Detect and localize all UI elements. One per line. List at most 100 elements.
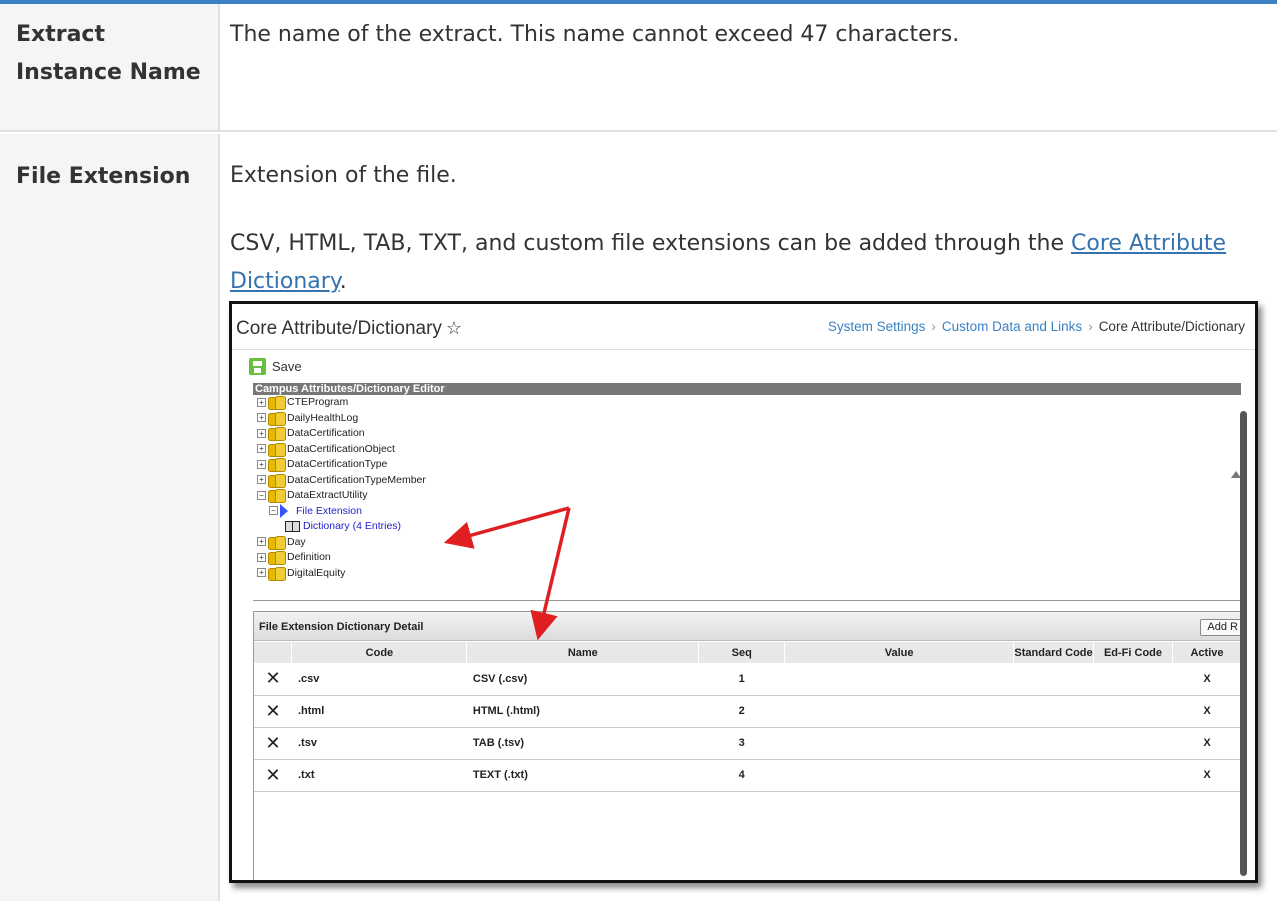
divider [232,349,1255,350]
tree-item[interactable]: + DailyHealthLog [257,411,426,427]
expand-icon[interactable]: + [257,552,266,562]
expand-icon[interactable]: + [257,413,266,423]
delete-icon[interactable]: ✕ [254,695,292,728]
active-cell[interactable]: X [1172,663,1242,696]
collapse-icon[interactable]: − [257,490,266,500]
column-header[interactable]: Value [784,642,1015,663]
value-cell[interactable] [784,727,1014,760]
edfi-code-cell[interactable] [1093,727,1173,760]
expand-icon[interactable]: + [257,428,266,438]
expand-icon[interactable]: + [257,397,266,407]
column-header[interactable]: Code [291,642,468,663]
delete-icon[interactable]: ✕ [254,663,292,696]
standard-code-cell[interactable] [1013,759,1094,792]
collapse-icon[interactable]: − [269,506,278,516]
active-cell[interactable]: X [1172,727,1242,760]
seq-cell[interactable]: 1 [698,663,785,696]
tree-item-label: DataCertificationType [287,458,388,470]
column-header[interactable]: Standard Code [1013,642,1095,663]
name-cell[interactable]: CSV (.csv) [466,663,699,696]
tree-item[interactable]: + DataCertificationObject [257,442,426,458]
tree-item-expanded[interactable]: − DataExtractUtility [257,488,426,504]
column-header[interactable]: Active [1172,642,1243,663]
seq-cell[interactable]: 2 [698,695,785,728]
page-title: Core Attribute/Dictionary [236,318,442,339]
tree-item[interactable]: + DigitalEquity [257,566,426,582]
table-row: Extract Instance Name The name of the ex… [0,4,1277,132]
expand-icon[interactable]: + [257,475,266,485]
standard-code-cell[interactable] [1013,695,1094,728]
active-cell[interactable]: X [1172,759,1242,792]
description-text-end: . [339,269,347,294]
tree-item-label: Definition [287,551,331,563]
breadcrumb: System Settings › Custom Data and Links › Co… [828,319,1245,334]
database-icon [268,551,286,566]
detail-header: File Extension Dictionary Detail Add R [254,611,1245,641]
delete-icon[interactable]: ✕ [254,727,292,760]
delete-icon[interactable]: ✕ [254,759,292,792]
dictionary-editor: Campus Attributes/Dictionary Editor + CTE… [253,383,1241,601]
value-cell[interactable] [784,759,1014,792]
screenshot-page-title: Core Attribute/Dictionary ☆ [236,318,462,340]
standard-code-cell[interactable] [1013,663,1094,696]
database-icon [268,411,286,426]
tree-item-label: DataCertificationObject [287,442,395,455]
column-header[interactable]: Seq [698,642,786,663]
database-icon [268,473,286,488]
breadcrumb-current: Core Attribute/Dictionary [1098,319,1245,334]
name-cell[interactable]: TEXT (.txt) [466,759,699,792]
field-label-cell: File Extension [0,134,220,901]
embedded-screenshot: Core Attribute/Dictionary ☆ System Settin… [229,301,1258,883]
breadcrumb-system-settings[interactable]: System Settings [828,319,926,334]
edfi-code-cell[interactable] [1093,759,1173,792]
edfi-code-cell[interactable] [1093,695,1173,728]
tree-item-label: DataExtractUtility [287,489,368,501]
expand-icon[interactable]: + [257,444,266,454]
code-cell[interactable]: .html [291,695,467,728]
star-icon[interactable]: ☆ [446,318,462,338]
tree-item-label: CTEProgram [287,396,349,408]
edfi-code-cell[interactable] [1093,663,1173,696]
tree-item[interactable]: + Day [257,535,426,551]
breadcrumb-custom-data[interactable]: Custom Data and Links [942,319,1082,334]
table-row: ✕ .csv CSV (.csv) 1 X [254,663,1242,696]
field-label: File Extension [16,164,191,189]
tree-item-file-extension[interactable]: − File Extension [257,503,426,520]
tree-item-dictionary[interactable]: Dictionary (4 Entries) [257,519,426,535]
value-cell[interactable] [784,695,1014,728]
floppy-disk-icon [249,357,266,375]
active-cell[interactable]: X [1172,695,1242,728]
tree-item[interactable]: + DataCertification [257,426,426,442]
code-cell[interactable]: .csv [291,663,467,696]
seq-cell[interactable]: 4 [698,759,785,792]
tree-item[interactable]: + Definition [257,550,426,566]
code-cell[interactable]: .tsv [291,727,467,760]
tree-item[interactable]: + DataCertificationTypeMember [257,473,426,489]
column-header-delete [254,642,293,663]
field-label: Extract Instance Name [16,22,201,85]
field-label-cell: Extract Instance Name [0,4,220,130]
column-header[interactable]: Name [466,642,700,663]
expand-icon[interactable]: + [257,459,266,469]
name-cell[interactable]: HTML (.html) [466,695,699,728]
table-row: ✕ .tsv TAB (.tsv) 3 X [254,727,1242,760]
column-header[interactable]: Ed-Fi Code [1093,642,1173,663]
field-description: The name of the extract. This name canno… [230,22,960,47]
field-description: Extension of the file. [230,163,457,188]
name-cell[interactable]: TAB (.tsv) [466,727,699,760]
add-row-button[interactable]: Add R [1200,619,1245,636]
tree-item-label: DigitalEquity [287,566,346,579]
seq-cell[interactable]: 3 [698,727,785,760]
tree-item[interactable]: + DataCertificationType [257,457,426,473]
detail-title: File Extension Dictionary Detail [259,621,424,633]
expand-icon[interactable]: + [257,568,266,578]
expand-icon[interactable]: + [257,537,266,547]
vertical-scrollbar[interactable] [1240,411,1247,876]
code-cell[interactable]: .txt [291,759,467,792]
standard-code-cell[interactable] [1013,727,1094,760]
save-button[interactable]: Save [249,356,302,376]
table-row: ✕ .txt TEXT (.txt) 4 X [254,759,1242,792]
value-cell[interactable] [784,663,1014,696]
tree-item[interactable]: + CTEProgram [257,395,426,411]
tree-item-label: Day [287,535,306,548]
